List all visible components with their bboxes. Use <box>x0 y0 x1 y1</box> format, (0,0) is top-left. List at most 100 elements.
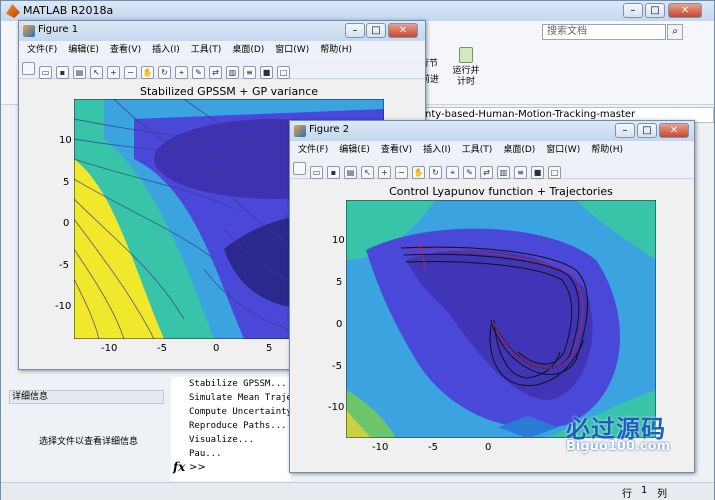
menu-file[interactable]: 文件(F) <box>298 145 328 155</box>
figure1-maximize-button[interactable]: □ <box>366 23 386 38</box>
save-icon[interactable]: ▪ <box>56 66 69 79</box>
plot1-ytick-label: 0 <box>63 218 70 229</box>
figure2-menubar: 文件(F) 编辑(E) 查看(V) 插入(I) 工具(T) 桌面(D) 窗口(W) 帮助(H) <box>290 141 694 159</box>
command-line: Pau... <box>189 449 222 459</box>
link-icon[interactable]: ⇄ <box>480 166 493 179</box>
plot2-ytick-label: 0 <box>336 319 343 330</box>
menu-window[interactable]: 窗口(W) <box>546 145 580 155</box>
plot2-ytick-label: 5 <box>336 277 343 288</box>
new-figure-icon[interactable] <box>293 162 306 175</box>
figure1-toolbar: ▭ ▪ ▤ ↖ + − ✋ ↻ ⌖ ✎ ⇄ ▥ ≡ ■ □ <box>19 59 425 79</box>
close-button[interactable]: ✕ <box>668 3 702 18</box>
print-icon[interactable]: ▤ <box>73 66 86 79</box>
menu-window[interactable]: 窗口(W) <box>275 45 309 55</box>
print-icon[interactable]: ▤ <box>344 166 357 179</box>
figure2-toolbar: ▭ ▪ ▤ ↖ + − ✋ ↻ ⌖ ✎ ⇄ ▥ ≡ ■ □ <box>290 159 694 179</box>
menu-desktop[interactable]: 桌面(D) <box>503 145 535 155</box>
figure-icon <box>294 125 306 137</box>
open-file-icon[interactable]: ▭ <box>39 66 52 79</box>
pan-icon[interactable]: ✋ <box>141 66 154 79</box>
menu-file[interactable]: 文件(F) <box>27 45 57 55</box>
plot1-xtick-label: 0 <box>213 343 220 354</box>
figure2-maximize-button[interactable]: □ <box>637 123 657 138</box>
command-prompt[interactable]: >> <box>189 462 206 473</box>
maximize-button[interactable]: □ <box>645 3 665 18</box>
run-time-icon[interactable] <box>459 47 473 63</box>
colorbar-icon[interactable]: ▥ <box>226 66 239 79</box>
plot1-xtick-label: -10 <box>101 343 118 354</box>
plot2-ytick-label: -5 <box>332 361 342 372</box>
menu-insert[interactable]: 插入(I) <box>423 145 451 155</box>
plot1-title: Stabilized GPSSM + GP variance <box>139 85 319 98</box>
command-line: Reproduce Paths... <box>189 421 287 431</box>
command-line: Simulate Mean Trajec <box>189 393 298 403</box>
menu-tools[interactable]: 工具(T) <box>462 145 493 155</box>
figure2-title: Figure 2 <box>309 124 350 135</box>
status-col-value: 1 <box>641 485 648 496</box>
figure1-close-button[interactable]: ✕ <box>388 23 418 38</box>
legend-icon[interactable]: ≡ <box>243 66 256 79</box>
status-row-label: 行 <box>622 489 632 500</box>
plot2-xtick-label: -5 <box>428 442 438 453</box>
legend-icon[interactable]: ≡ <box>514 166 527 179</box>
link-icon[interactable]: ⇄ <box>209 66 222 79</box>
matlab-titlebar: MATLAB R2018a – □ ✕ <box>1 1 714 21</box>
plot1-xtick-label: -5 <box>157 343 167 354</box>
pan-icon[interactable]: ✋ <box>412 166 425 179</box>
menu-view[interactable]: 查看(V) <box>381 145 412 155</box>
hide-tools-icon[interactable]: ■ <box>531 166 544 179</box>
zoom-in-icon[interactable]: + <box>378 166 391 179</box>
fx-icon[interactable]: fx <box>173 460 185 474</box>
rotate-icon[interactable]: ↻ <box>429 166 442 179</box>
hide-tools-icon[interactable]: ■ <box>260 66 273 79</box>
zoom-in-icon[interactable]: + <box>107 66 120 79</box>
show-tools-icon[interactable]: □ <box>548 166 561 179</box>
zoom-out-icon[interactable]: − <box>395 166 408 179</box>
menu-edit[interactable]: 编辑(E) <box>68 45 99 55</box>
plot1-ytick-label: 5 <box>63 177 70 188</box>
plot2-ytick-label: -10 <box>328 402 345 413</box>
data-cursor-icon[interactable]: ⌖ <box>446 166 459 179</box>
brush-icon[interactable]: ✎ <box>192 66 205 79</box>
plot1-xtick-label: 5 <box>266 343 273 354</box>
plot2-axes[interactable] <box>346 200 656 438</box>
run-and-time-button[interactable]: 运行并计时 <box>451 66 481 88</box>
new-figure-icon[interactable] <box>22 62 35 75</box>
menu-desktop[interactable]: 桌面(D) <box>232 45 264 55</box>
rotate-icon[interactable]: ↻ <box>158 66 171 79</box>
search-icon[interactable]: ⌕ <box>667 24 683 40</box>
menu-insert[interactable]: 插入(I) <box>152 45 180 55</box>
menu-help[interactable]: 帮助(H) <box>320 45 352 55</box>
zoom-out-icon[interactable]: − <box>124 66 137 79</box>
figure1-titlebar[interactable]: Figure 1 – □ ✕ <box>19 21 425 41</box>
colorbar-icon[interactable]: ▥ <box>497 166 510 179</box>
menu-tools[interactable]: 工具(T) <box>191 45 222 55</box>
minimize-button[interactable]: – <box>623 3 643 18</box>
status-bar: 行 1 列 <box>1 482 714 500</box>
menu-edit[interactable]: 编辑(E) <box>339 145 370 155</box>
show-tools-icon[interactable]: □ <box>277 66 290 79</box>
menu-help[interactable]: 帮助(H) <box>591 145 623 155</box>
command-line: Stabilize GPSSM... <box>189 379 287 389</box>
plot1-ytick-label: 10 <box>59 135 72 146</box>
command-line: Visualize... <box>189 435 255 445</box>
figure2-close-button[interactable]: ✕ <box>659 123 689 138</box>
open-file-icon[interactable]: ▭ <box>310 166 323 179</box>
figure-icon <box>23 25 35 37</box>
figure2-titlebar[interactable]: Figure 2 – □ ✕ <box>290 121 694 141</box>
pointer-icon[interactable]: ↖ <box>361 166 374 179</box>
command-line: Compute Uncertainty <box>189 407 292 417</box>
plot1-ytick-label: -10 <box>55 301 72 312</box>
figure2-minimize-button[interactable]: – <box>615 123 635 138</box>
data-cursor-icon[interactable]: ⌖ <box>175 66 188 79</box>
plot2-ytick-label: 10 <box>332 235 345 246</box>
figure1-minimize-button[interactable]: – <box>345 23 365 38</box>
menu-view[interactable]: 查看(V) <box>110 45 141 55</box>
matlab-title: MATLAB R2018a <box>23 4 114 17</box>
figure1-menubar: 文件(F) 编辑(E) 查看(V) 插入(I) 工具(T) 桌面(D) 窗口(W) 帮助(H) <box>19 41 425 59</box>
brush-icon[interactable]: ✎ <box>463 166 476 179</box>
figure2-window[interactable]: Figure 2 – □ ✕ 文件(F) 编辑(E) 查看(V) 插入(I) 工具(T)… <box>289 120 695 473</box>
search-input[interactable]: 搜索文档 <box>542 24 666 40</box>
pointer-icon[interactable]: ↖ <box>90 66 103 79</box>
save-icon[interactable]: ▪ <box>327 166 340 179</box>
